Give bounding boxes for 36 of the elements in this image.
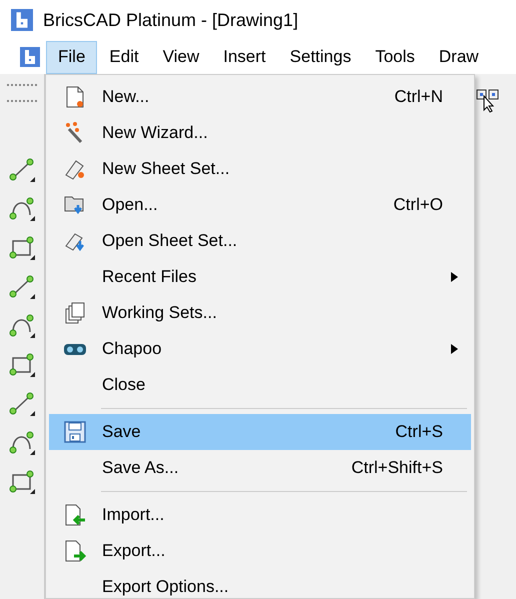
drawing-tool-icon[interactable] [8, 156, 36, 184]
menu-item[interactable]: Chapoo [49, 331, 471, 367]
app-logo-icon [11, 9, 33, 31]
menu-item[interactable]: Close [49, 367, 471, 403]
menu-bar-item[interactable]: View [150, 40, 212, 74]
stacked-pages-icon [63, 301, 87, 325]
menu-item[interactable]: New Sheet Set... [49, 151, 471, 187]
menu-item[interactable]: Open... Ctrl+O [49, 187, 471, 223]
drawing-tool-icon[interactable] [8, 468, 36, 496]
menu-item[interactable]: Export... [49, 533, 471, 569]
drawing-tool-icon[interactable] [8, 429, 36, 457]
drawing-tool-icon[interactable] [8, 273, 36, 301]
menu-item[interactable]: Save Ctrl+S [49, 414, 471, 450]
menu-item[interactable]: Open Sheet Set... [49, 223, 471, 259]
document-logo-icon[interactable] [20, 46, 40, 68]
menu-item[interactable]: Recent Files [49, 259, 471, 295]
drawing-tool-icon[interactable] [8, 234, 36, 262]
menu-item[interactable]: Import... [49, 497, 471, 533]
menu-item[interactable]: Working Sets... [49, 295, 471, 331]
drawing-tool-icon[interactable] [8, 195, 36, 223]
menu-bar-item[interactable]: Insert [211, 40, 278, 74]
menu-item[interactable]: New... Ctrl+N [49, 79, 471, 115]
menu-item[interactable]: Save As... Ctrl+Shift+S [49, 450, 471, 486]
menu-bar-item[interactable]: File [46, 40, 98, 74]
drawing-tool-icon[interactable] [8, 351, 36, 379]
drawing-tool-icon[interactable] [8, 390, 36, 418]
menu-bar-item[interactable]: Settings [278, 40, 364, 74]
import-file-icon [63, 503, 87, 527]
menu-item[interactable]: Export Options... [49, 569, 471, 599]
export-file-icon [63, 539, 87, 563]
menu-bar-item[interactable]: Edit [97, 40, 151, 74]
drawing-tool-icon[interactable] [8, 312, 36, 340]
menu-bar-item[interactable]: Tools [363, 40, 427, 74]
menu-item[interactable]: New Wizard... [49, 115, 471, 151]
menu-bar-item[interactable]: Draw [426, 40, 491, 74]
window-title: BricsCAD Platinum - [Drawing1] [43, 10, 298, 30]
